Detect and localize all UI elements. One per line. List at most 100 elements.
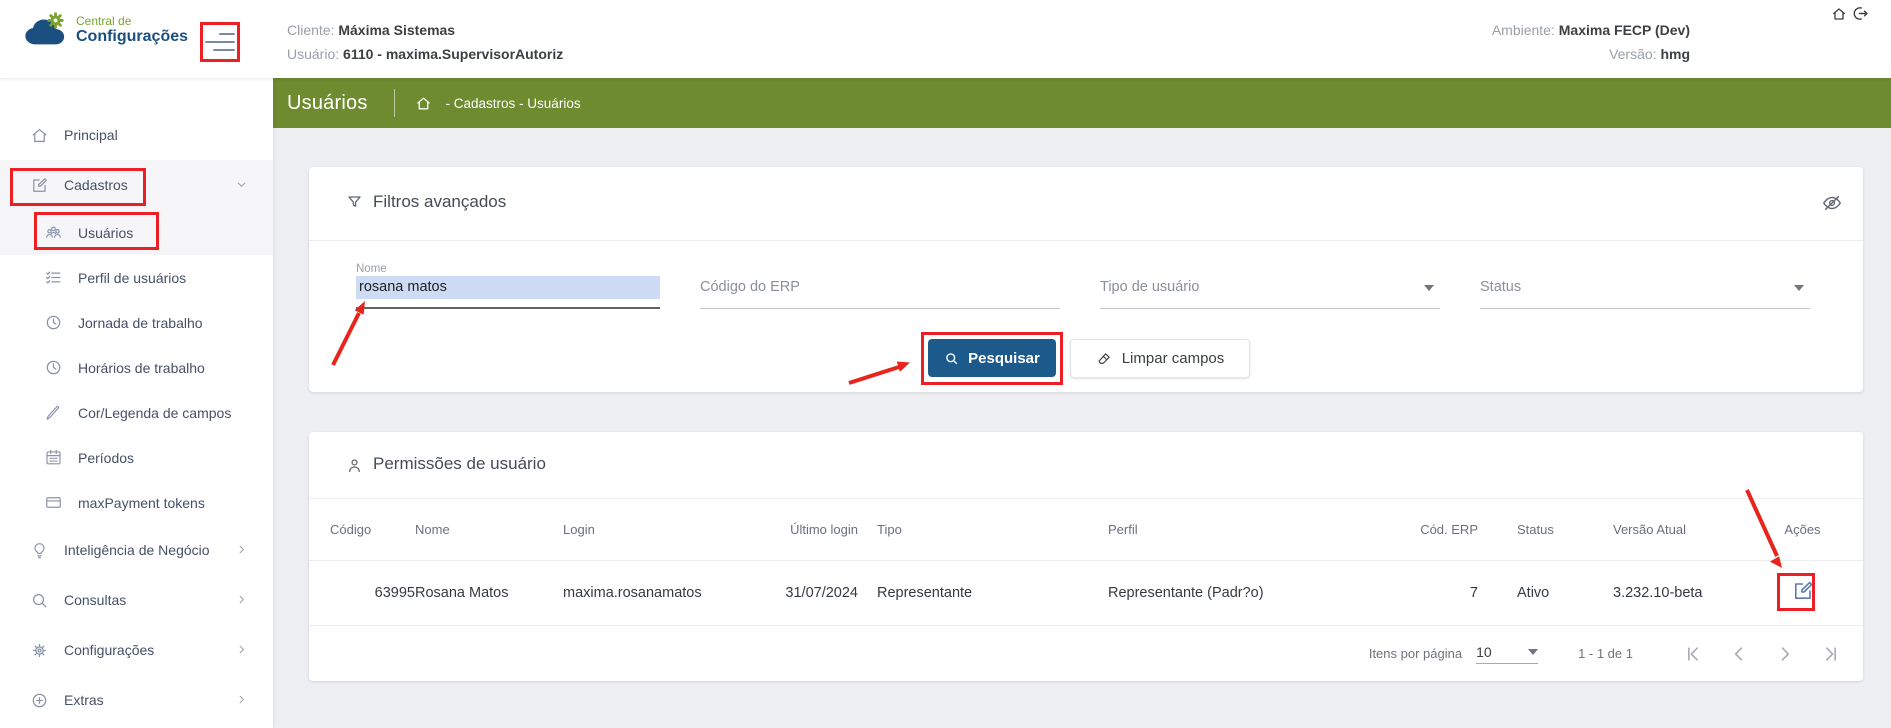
pagination-nav bbox=[1683, 644, 1841, 664]
chevron-right-icon bbox=[236, 592, 247, 608]
logo-line1: Central de bbox=[76, 15, 188, 28]
sidebar-item-jornada-de-trabalho[interactable]: Jornada de trabalho bbox=[0, 300, 273, 345]
first-page-icon[interactable] bbox=[1683, 644, 1703, 664]
sidebar-item-cor-legenda-de-campos[interactable]: Cor/Legenda de campos bbox=[0, 390, 273, 435]
name-filter-field[interactable]: Nome rosana matos bbox=[356, 263, 660, 309]
column-header: Tipo bbox=[858, 522, 1108, 537]
eraser-icon bbox=[1096, 350, 1113, 367]
sidebar-item-maxpayment-tokens[interactable]: maxPayment tokens bbox=[0, 480, 273, 525]
sidebar-item-periodos[interactable]: Períodos bbox=[0, 435, 273, 480]
next-page-icon[interactable] bbox=[1775, 644, 1795, 664]
input-underline bbox=[1100, 308, 1440, 309]
sidebar-item-label: Extras bbox=[64, 692, 104, 708]
sidebar-item-label: Jornada de trabalho bbox=[78, 315, 203, 331]
sidebar-item-label: Horários de trabalho bbox=[78, 360, 205, 376]
sidebar-item-label: maxPayment tokens bbox=[78, 495, 205, 511]
table-row: 63995 Rosana Matos maxima.rosanamatos 31… bbox=[309, 561, 1863, 626]
cell-versao-atual: 3.232.10-beta bbox=[1613, 585, 1763, 601]
column-header: Código bbox=[330, 522, 415, 537]
sidebar-item-perfil-de-usuarios[interactable]: Perfil de usuários bbox=[0, 255, 273, 300]
previous-page-icon[interactable] bbox=[1729, 644, 1749, 664]
sidebar-item-label: Principal bbox=[64, 127, 118, 143]
erp-field-placeholder: Código do ERP bbox=[700, 279, 800, 295]
header-env-info: Ambiente: Maxima FECP (Dev) Versão: hmg bbox=[1270, 0, 1690, 78]
column-header: Cód. ERP bbox=[1398, 522, 1478, 537]
divider bbox=[394, 89, 395, 117]
erp-code-filter-field[interactable]: Código do ERP bbox=[700, 263, 1060, 309]
home-icon[interactable] bbox=[1831, 6, 1847, 22]
sidebar-item-horarios-de-trabalho[interactable]: Horários de trabalho bbox=[0, 345, 273, 390]
column-header: Perfil bbox=[1108, 522, 1398, 537]
cell-ultimo-login: 31/07/2024 bbox=[750, 585, 858, 601]
version-label: Versão: bbox=[1609, 46, 1656, 62]
user-type-placeholder: Tipo de usuário bbox=[1100, 279, 1199, 295]
status-filter-dropdown[interactable]: Status bbox=[1480, 263, 1810, 309]
column-header: Último login bbox=[750, 522, 858, 537]
logo-line2: Configurações bbox=[76, 28, 188, 45]
cell-acoes bbox=[1763, 579, 1842, 607]
sidebar: Principal Cadastros Usuários bbox=[0, 78, 273, 728]
breadcrumb-home-icon[interactable] bbox=[415, 95, 432, 112]
search-icon bbox=[30, 591, 49, 610]
gear-icon bbox=[30, 641, 49, 660]
env-value: Maxima FECP (Dev) bbox=[1559, 22, 1690, 38]
logo-text: Central de Configurações bbox=[76, 15, 188, 45]
clear-button-label: Limpar campos bbox=[1122, 350, 1225, 367]
clock-icon bbox=[44, 358, 63, 377]
search-icon bbox=[944, 351, 959, 366]
sidebar-item-consultas[interactable]: Consultas bbox=[0, 575, 273, 625]
column-header: Login bbox=[563, 522, 750, 537]
column-header: Ações bbox=[1763, 522, 1842, 537]
breadcrumb: - Cadastros - Usuários bbox=[446, 96, 581, 111]
filters-card: Filtros avançados Nome rosana matos Códi… bbox=[309, 167, 1863, 392]
annotation-box-hamburger bbox=[200, 22, 240, 62]
input-underline bbox=[356, 307, 660, 309]
app-logo[interactable]: Central de Configurações bbox=[22, 12, 188, 48]
sidebar-item-configuracoes[interactable]: Configurações bbox=[0, 625, 273, 675]
hamburger-menu-icon[interactable] bbox=[205, 32, 235, 52]
sidebar-item-extras[interactable]: Extras bbox=[0, 675, 273, 725]
sidebar-item-cadastros[interactable]: Cadastros bbox=[0, 160, 273, 210]
pagination-range: 1 - 1 de 1 bbox=[1578, 646, 1633, 661]
sidebar-item-label: Consultas bbox=[64, 592, 126, 608]
clear-fields-button[interactable]: Limpar campos bbox=[1070, 339, 1250, 378]
top-header: Central de Configurações Cliente: Máxima… bbox=[0, 0, 1891, 78]
pagination-bar: Itens por página 10 1 - 1 de 1 bbox=[309, 626, 1863, 681]
edit-user-icon[interactable] bbox=[1791, 579, 1815, 603]
column-header: Nome bbox=[415, 522, 563, 537]
sidebar-item-usuarios[interactable]: Usuários bbox=[0, 210, 273, 255]
user-permissions-card: Permissões de usuário Código Nome Login … bbox=[309, 432, 1863, 681]
page-header-bar: Usuários - Cadastros - Usuários bbox=[273, 78, 1891, 128]
table-header-row: Código Nome Login Último login Tipo Perf… bbox=[309, 499, 1863, 561]
dropdown-caret-icon bbox=[1794, 285, 1804, 291]
items-per-page-select[interactable]: 10 bbox=[1476, 644, 1538, 664]
chevron-right-icon bbox=[236, 642, 247, 658]
calendar-icon bbox=[44, 448, 63, 467]
app-root: Central de Configurações Cliente: Máxima… bbox=[0, 0, 1891, 728]
cell-status: Ativo bbox=[1478, 585, 1613, 601]
table-title: Permissões de usuário bbox=[373, 454, 546, 474]
page-title: Usuários bbox=[287, 92, 368, 115]
user-type-filter-dropdown[interactable]: Tipo de usuário bbox=[1100, 263, 1440, 309]
search-button-label: Pesquisar bbox=[968, 350, 1040, 367]
sidebar-item-principal[interactable]: Principal bbox=[0, 110, 273, 160]
cell-nome: Rosana Matos bbox=[415, 585, 563, 601]
sidebar-item-inteligencia-de-negocio[interactable]: Inteligência de Negócio bbox=[0, 525, 273, 575]
checklist-icon bbox=[44, 268, 63, 287]
header-client-info: Cliente: Máxima Sistemas Usuário: 6110 -… bbox=[287, 0, 787, 78]
table-card-header: Permissões de usuário bbox=[309, 432, 1863, 499]
search-button[interactable]: Pesquisar bbox=[928, 339, 1056, 377]
logout-icon[interactable] bbox=[1852, 5, 1869, 22]
cell-codigo: 63995 bbox=[330, 585, 415, 601]
status-placeholder: Status bbox=[1480, 279, 1521, 295]
input-underline bbox=[1480, 308, 1810, 309]
sidebar-item-label: Configurações bbox=[64, 642, 154, 658]
eye-slash-icon[interactable] bbox=[1821, 192, 1843, 214]
user-label: Usuário: bbox=[287, 46, 339, 62]
cell-login: maxima.rosanamatos bbox=[563, 585, 750, 601]
annotation-arrow-search-button bbox=[843, 353, 921, 389]
last-page-icon[interactable] bbox=[1821, 644, 1841, 664]
cell-cod-erp: 7 bbox=[1398, 585, 1478, 601]
chevron-right-icon bbox=[236, 692, 247, 708]
chevron-down-icon bbox=[236, 177, 247, 193]
